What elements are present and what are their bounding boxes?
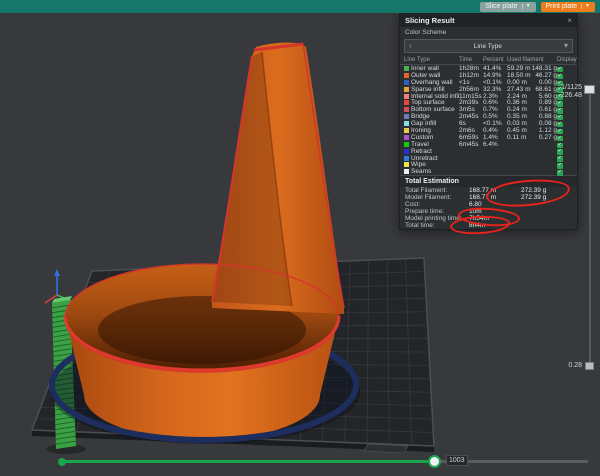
filament-values: 0.11 m0.27 g	[507, 134, 557, 141]
layer-number-label: 1/1125	[550, 84, 582, 92]
line-type-row: Inner wall1h28m41.4%59.29 m148.31 g	[400, 65, 577, 72]
move-slider-value: 1003	[446, 455, 468, 466]
panel-title: Slicing Result	[405, 16, 455, 25]
top-bar: Slice plate ▼ Print plate ▼	[0, 0, 600, 13]
total-estimation-row: Model Filament:168.77 m272.39 g	[400, 194, 577, 201]
close-icon[interactable]: ×	[567, 16, 572, 25]
total-estimation-row: Cost:6.80	[400, 201, 577, 208]
line-type-row: Bottom surface3m5s0.7%0.24 m0.61 g	[400, 106, 577, 113]
col-line-type: Line Type	[404, 57, 459, 63]
line-type-color-swatch	[404, 156, 409, 161]
line-type-row: Retract	[400, 148, 577, 155]
plate-handle-tab	[364, 444, 408, 453]
total-label: Model Filament:	[405, 194, 469, 201]
time-value: 6m45s	[459, 141, 483, 148]
total-estimation-row: Model printing time:7h54m	[400, 215, 577, 222]
line-type-color-swatch	[404, 149, 409, 154]
line-type-row: Travel6m45s6.4%	[400, 141, 577, 148]
line-type-row: Unretract	[400, 155, 577, 162]
layer-slider-top-handle[interactable]	[584, 85, 595, 94]
line-type-color-swatch	[404, 135, 409, 140]
total-estimation-title: Total Estimation	[400, 175, 577, 187]
line-type-color-swatch	[404, 80, 409, 85]
total-value-1: 168.77 m	[469, 187, 521, 194]
col-used-filament: Used filament	[507, 57, 557, 63]
line-type-row: Bridge2m45s0.5%0.35 m0.88 g	[400, 113, 577, 120]
line-type-color-swatch	[404, 100, 409, 105]
table-header: Line Type Time Percent Used filament Dis…	[400, 55, 577, 65]
panel-title-bar: Slicing Result ×	[400, 13, 577, 27]
line-type-row: Gap infill6s<0.1%0.03 m0.08 g	[400, 120, 577, 127]
caret-down-icon[interactable]: ▼	[581, 4, 590, 9]
total-value-2: 272.39 g	[521, 187, 575, 194]
line-type-color-swatch	[404, 94, 409, 99]
line-type-row: Top surface2m39s0.6%0.36 m0.89 g	[400, 99, 577, 106]
move-slider-handle[interactable]	[428, 455, 441, 468]
total-estimation-row: Total Filament:168.77 m272.39 g	[400, 187, 577, 194]
chevron-down-icon[interactable]: ▾	[564, 42, 568, 50]
total-label: Cost:	[405, 201, 469, 208]
line-type-row: Custom6m59s1.4%0.11 m0.27 g	[400, 134, 577, 141]
line-type-label: Seams	[411, 168, 431, 175]
total-label: Model printing time:	[405, 215, 469, 222]
line-type-table: Inner wall1h28m41.4%59.29 m148.31 gOuter…	[400, 65, 577, 175]
color-scheme-value: Line Type	[474, 43, 502, 50]
display-checkbox[interactable]	[557, 170, 563, 176]
color-scheme-label: Color Scheme	[405, 29, 446, 36]
line-type-color-swatch	[404, 162, 409, 167]
slice-plate-label: Slice plate	[485, 3, 517, 10]
slicing-result-panel: Slicing Result × Color Scheme ‹ Line Typ…	[399, 12, 578, 230]
total-value-1: 8h4m	[469, 222, 521, 229]
line-type-row: Outer wall1h12m14.9%18.50 m46.27 g	[400, 72, 577, 79]
col-display: Display	[557, 57, 575, 63]
layer-slider-labels: 1/1125 226.48	[550, 84, 582, 100]
line-type-color-swatch	[404, 87, 409, 92]
total-estimation-table: Total Filament:168.77 m272.39 gModel Fil…	[400, 187, 577, 229]
col-time: Time	[459, 57, 483, 63]
layer-slider-bottom-handle[interactable]	[585, 362, 594, 370]
color-scheme-select[interactable]: ‹ Line Type ▾	[404, 39, 573, 53]
layer-height-label: 226.48	[550, 92, 582, 100]
layer-slider-bottom-label: 0.28	[556, 362, 582, 369]
total-value-2: 272.39 g	[521, 194, 575, 201]
move-slider-left-handle[interactable]	[58, 458, 66, 466]
line-type-color-swatch	[404, 121, 409, 126]
line-type-color-swatch	[404, 66, 409, 71]
caret-down-icon[interactable]: ▼	[522, 4, 531, 9]
line-type-color-swatch	[404, 142, 409, 147]
line-type-row: Ironing2m6s0.4%0.45 m1.12 g	[400, 127, 577, 134]
line-type-row: Seams	[400, 168, 577, 175]
total-label: Total Filament:	[405, 187, 469, 194]
line-type-color-swatch	[404, 128, 409, 133]
line-type-color-swatch	[404, 73, 409, 78]
layer-slider-track[interactable]	[589, 88, 591, 368]
slice-plate-button[interactable]: Slice plate ▼	[480, 2, 535, 12]
line-type-color-swatch	[404, 107, 409, 112]
print-plate-button[interactable]: Print plate ▼	[541, 2, 595, 12]
move-slider-active-track[interactable]	[64, 460, 432, 463]
line-type-color-swatch	[404, 114, 409, 119]
total-value-1: 10m	[469, 208, 521, 215]
line-type-row: Wipe	[400, 161, 577, 168]
line-type-color-swatch	[404, 169, 409, 174]
percent-value: 6.4%	[483, 141, 507, 148]
total-estimation-row: Total time:8h4m	[400, 222, 577, 229]
total-label: Prepare time:	[405, 208, 469, 215]
total-value-1: 168.77 m	[469, 194, 521, 201]
total-label: Total time:	[405, 222, 469, 229]
col-percent: Percent	[483, 57, 507, 63]
total-value-1: 6.80	[469, 201, 521, 208]
total-value-1: 7h54m	[469, 215, 521, 222]
print-plate-label: Print plate	[546, 3, 578, 10]
total-estimation-row: Prepare time:10m	[400, 208, 577, 215]
chevron-left-icon[interactable]: ‹	[409, 42, 412, 50]
